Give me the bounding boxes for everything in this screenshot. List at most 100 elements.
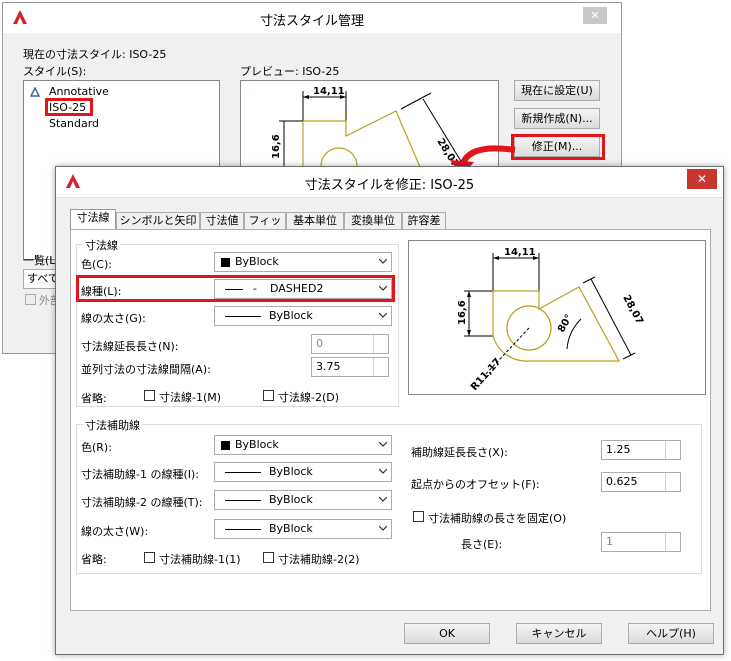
ext-lw-combo[interactable]: ByBlock	[214, 519, 392, 539]
chevron-down-icon	[379, 258, 387, 264]
current-style-label: 現在の寸法スタイル: ISO-25	[23, 48, 167, 61]
chevron-down-icon	[379, 525, 387, 531]
lineweight-sample-icon	[225, 529, 261, 530]
suppress-dimline2-checkbox[interactable]	[263, 390, 274, 401]
ext-suppress-label: 省略:	[81, 553, 107, 566]
dim-lineweight-label: 線の太さ(G):	[81, 312, 146, 325]
color-swatch-icon	[221, 441, 230, 450]
ext-beyond-spinner[interactable]: 1.25	[601, 440, 681, 460]
ext-beyond-label: 補助線延長長さ(X):	[411, 446, 508, 459]
modify-dimstyle-dialog: 寸法スタイルを修正: ISO-25 ✕ 寸法線 シンボルと矢印 寸法値 フィット…	[55, 166, 724, 655]
ext-color-combo[interactable]: ByBlock	[214, 435, 392, 455]
ext-lw-value: ByBlock	[269, 522, 313, 535]
dialog-titlebar: 寸法スタイルを修正: ISO-25 ✕	[56, 167, 723, 198]
ext-lt1-value: ByBlock	[269, 465, 313, 478]
dim-baseline-label: 並列寸法の寸法線間隔(A):	[81, 363, 211, 376]
dim-suppress-label: 省略:	[81, 392, 107, 405]
dim-lineweight-combo[interactable]: ByBlock	[214, 306, 392, 326]
dim-baseline-spinner[interactable]: 3.75	[311, 357, 389, 377]
tab-lines[interactable]: 寸法線	[70, 209, 116, 231]
annotative-icon	[30, 87, 40, 97]
spinner-arrows-icon[interactable]	[373, 335, 388, 353]
manager-title: 寸法スタイル管理	[259, 14, 364, 29]
suppress-ext2-label: 寸法補助線-2(2)	[278, 553, 360, 566]
suppress-dimline2-label: 寸法線-2(D)	[278, 391, 340, 404]
chevron-down-icon	[379, 468, 387, 474]
ok-button[interactable]: OK	[404, 623, 490, 644]
styles-label: スタイル(S):	[23, 65, 87, 78]
lineweight-sample-icon	[225, 316, 261, 317]
dim-color-value: ByBlock	[235, 255, 279, 268]
ext-lt1-combo[interactable]: ByBlock	[214, 462, 392, 482]
dim-lineweight-value: ByBlock	[269, 309, 313, 322]
manager-titlebar: 寸法スタイル管理 ✕	[3, 3, 621, 33]
extension-lines-title: 寸法補助線	[83, 417, 142, 433]
fixed-length-label: 寸法補助線の長さを固定(O)	[428, 512, 567, 525]
suppress-ext1-checkbox[interactable]	[144, 552, 155, 563]
preview-dim3: 28,07	[620, 293, 645, 326]
tab-symbols-arrows[interactable]: シンボルと矢印	[116, 212, 200, 230]
chevron-down-icon	[379, 312, 387, 318]
dialog-preview: 14,11 16,6 28,07 80° R11,17	[408, 240, 706, 395]
list-combo[interactable]: すべて	[23, 269, 59, 289]
dialog-title: 寸法スタイルを修正: ISO-25	[304, 178, 475, 193]
manager-preview-dim2: 16,6	[271, 134, 282, 159]
dimension-lines-title: 寸法線	[83, 237, 120, 253]
cancel-button[interactable]: キャンセル	[516, 623, 602, 644]
spinner-arrows-icon[interactable]	[665, 441, 680, 459]
length-spinner[interactable]: 1	[601, 532, 681, 552]
spinner-arrows-icon[interactable]	[665, 473, 680, 491]
manager-preview-dim1: 14,11	[313, 86, 345, 97]
lines-tab-panel: 寸法線 色(C): ByBlock 線種(L): - DASHED2 線の太さ(…	[70, 229, 711, 611]
new-style-button[interactable]: 新規作成(N)...	[514, 108, 600, 129]
suppress-dimline1-checkbox[interactable]	[144, 390, 155, 401]
dim-extend-value: 0	[316, 337, 323, 350]
ext-lw-label: 線の太さ(W):	[81, 525, 149, 538]
suppress-ext1-label: 寸法補助線-1(1)	[159, 553, 241, 566]
linetype-sample-icon	[225, 500, 261, 501]
manager-preview-label: プレビュー: ISO-25	[240, 65, 340, 78]
tab-tolerances[interactable]: 許容差	[402, 212, 446, 230]
tab-primary-units[interactable]: 基本単位	[286, 212, 344, 230]
ext-lt1-label: 寸法補助線-1 の線種(I):	[81, 468, 199, 481]
dialog-preview-drawing: 14,11 16,6 28,07 80° R11,17	[457, 247, 645, 393]
length-label: 長さ(E):	[461, 538, 503, 551]
preview-radius: R11,17	[469, 356, 504, 393]
suppress-ext2-checkbox[interactable]	[263, 552, 274, 563]
ext-beyond-value: 1.25	[606, 443, 631, 456]
help-button[interactable]: ヘルプ(H)	[628, 623, 714, 644]
xref-checkbox[interactable]	[25, 294, 36, 305]
length-value: 1	[606, 535, 613, 548]
ext-offset-spinner[interactable]: 0.625	[601, 472, 681, 492]
ext-color-label: 色(R):	[81, 441, 112, 454]
linetype-highlight	[76, 275, 395, 302]
preview-dim2: 16,6	[457, 300, 468, 325]
dim-color-combo[interactable]: ByBlock	[214, 252, 392, 272]
dim-baseline-value: 3.75	[316, 360, 341, 373]
set-current-button[interactable]: 現在に設定(U)	[514, 80, 600, 101]
dim-color-label: 色(C):	[81, 258, 112, 271]
style-item-annotative[interactable]: Annotative	[49, 85, 109, 98]
ext-color-value: ByBlock	[235, 438, 279, 451]
chevron-down-icon	[379, 496, 387, 502]
preview-dim1: 14,11	[504, 247, 536, 258]
dim-extend-label: 寸法線延長長さ(N):	[81, 340, 179, 353]
spinner-arrows-icon[interactable]	[373, 358, 388, 376]
ext-lt2-label: 寸法補助線-2 の線種(T):	[81, 496, 203, 509]
tab-text[interactable]: 寸法値	[200, 212, 244, 230]
color-swatch-icon	[221, 258, 230, 267]
chevron-down-icon	[379, 441, 387, 447]
linetype-sample-icon	[225, 472, 261, 473]
spinner-arrows-icon[interactable]	[665, 533, 680, 551]
dialog-close-button[interactable]: ✕	[687, 169, 717, 189]
ext-offset-value: 0.625	[606, 475, 638, 488]
style-item-standard[interactable]: Standard	[49, 117, 99, 130]
ext-lt2-value: ByBlock	[269, 493, 313, 506]
tab-alternate-units[interactable]: 変換単位	[344, 212, 402, 230]
iso25-highlight	[45, 98, 93, 116]
dim-extend-spinner[interactable]: 0	[311, 334, 389, 354]
fixed-length-checkbox[interactable]	[413, 511, 424, 522]
ext-lt2-combo[interactable]: ByBlock	[214, 490, 392, 510]
manager-close-button[interactable]: ✕	[583, 7, 607, 24]
tab-fit[interactable]: フィット	[244, 212, 286, 243]
